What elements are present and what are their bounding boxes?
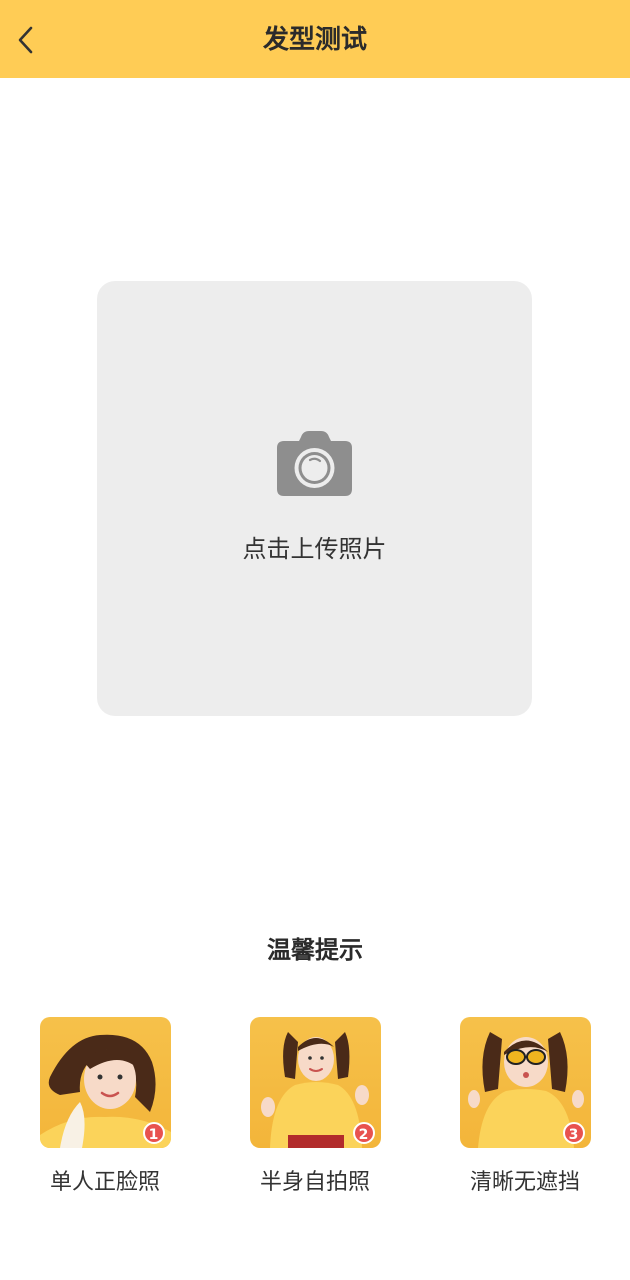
upload-photo-area[interactable]: 点击上传照片: [97, 281, 532, 716]
tip-item-front-face: 1 单人正脸照: [30, 1017, 180, 1198]
top-app-bar: 发型测试: [0, 0, 630, 78]
tip-caption: 清晰无遮挡: [469, 1170, 580, 1195]
upload-label: 点击上传照片: [242, 535, 387, 563]
page-title: 发型测试: [262, 25, 367, 55]
camera-icon: [277, 431, 352, 496]
tip-caption: 半身自拍照: [259, 1170, 370, 1195]
step-badge: 1: [142, 1122, 165, 1144]
tip-item-no-obstruction: 3 清晰无遮挡: [450, 1017, 600, 1198]
tip-item-half-body: 2 半身自拍照: [240, 1017, 390, 1198]
step-badge: 2: [352, 1122, 375, 1144]
tip-photo: 2: [249, 1017, 381, 1148]
tips-title: 温馨提示: [267, 936, 363, 964]
tip-photo: 1: [39, 1017, 171, 1148]
tip-photo: 3: [459, 1017, 591, 1148]
step-badge: 3: [562, 1122, 585, 1144]
tip-caption: 单人正脸照: [49, 1170, 160, 1195]
